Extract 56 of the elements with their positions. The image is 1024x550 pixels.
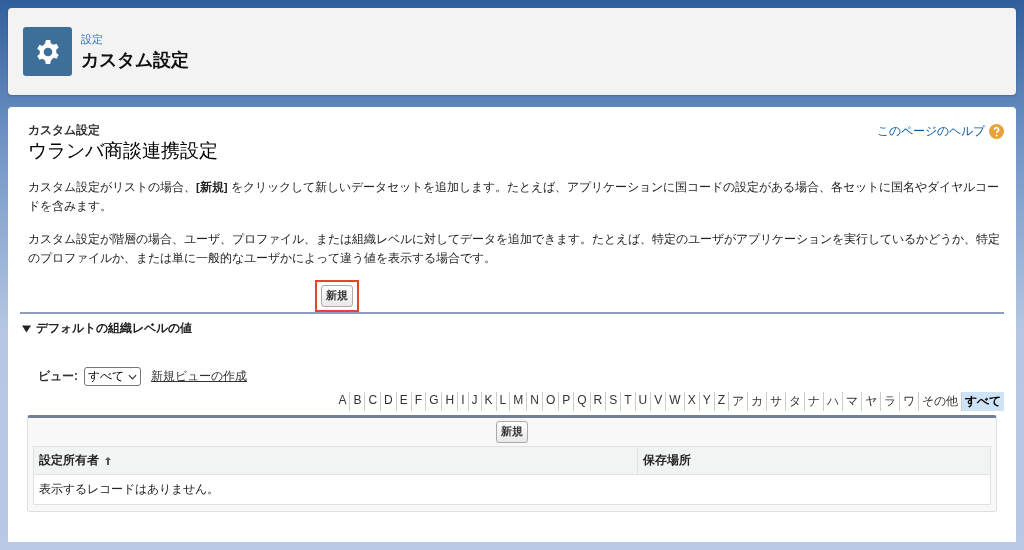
letter-filter[interactable]: L [495, 392, 510, 411]
description-text: カスタム設定が階層の場合、ユーザ、プロファイル、または組織レベルに対してデータを追加できます。たとえば、特定のユーザがアプリケーションを実行しているかどうか、特定のプロファイルか、または単に一般的なユーザかによって違う値を表示する場合です。 [27, 232, 1001, 267]
letter-filter[interactable]: ア [728, 392, 747, 411]
letter-filter[interactable]: P [558, 392, 574, 411]
letter-filter[interactable]: M [509, 392, 527, 411]
letter-filter[interactable]: E [395, 392, 411, 411]
letter-filter[interactable]: N [526, 392, 542, 411]
letter-filter[interactable]: F [410, 392, 426, 411]
letter-filter[interactable]: ワ [899, 392, 918, 411]
help-link[interactable]: このページのヘルプ [877, 123, 985, 140]
letter-filter[interactable]: タ [785, 392, 804, 411]
letter-filter[interactable]: B [349, 392, 365, 411]
letter-filter[interactable]: W [665, 392, 684, 411]
letter-filter[interactable]: X [683, 392, 699, 411]
letter-filter[interactable]: V [650, 392, 666, 411]
header-title: カスタム設定 [81, 48, 189, 72]
breadcrumb-link[interactable]: 設定 [81, 31, 103, 47]
view-select[interactable]: すべて [84, 367, 141, 386]
letter-filter[interactable]: D [380, 392, 396, 411]
letter-filter[interactable]: Z [713, 392, 728, 411]
letter-filter[interactable]: G [425, 392, 442, 411]
letter-filter[interactable]: ラ [880, 392, 899, 411]
letter-filter[interactable]: S [605, 392, 621, 411]
letter-filter[interactable]: ナ [804, 392, 823, 411]
letter-filter[interactable]: Y [698, 392, 714, 411]
letter-filter[interactable]: すべて [961, 392, 1004, 411]
column-header[interactable]: 設定所有者 [34, 447, 637, 474]
letter-filter[interactable]: R [589, 392, 606, 411]
letter-filter[interactable]: カ [747, 392, 766, 411]
empty-message: 表示するレコードはありません。 [34, 474, 990, 504]
letter-filter[interactable]: A [335, 392, 350, 411]
letter-filter[interactable]: ヤ [861, 392, 880, 411]
letter-filter[interactable]: I [457, 392, 468, 411]
letter-filter[interactable]: Q [573, 392, 590, 411]
description-text: カスタム設定がリストの場合、[新規] をクリックして新しいデータセットを追加します。たとえば、アプリケーションに国コードの設定がある場合、各セットに国名やダイヤルコードを含みます。 [27, 179, 1000, 214]
letter-filter[interactable]: T [620, 392, 635, 411]
letter-filter[interactable]: ハ [823, 392, 842, 411]
section-title: デフォルトの組織レベルの値 [36, 320, 192, 337]
chevron-down-icon [128, 373, 137, 380]
object-type-label: カスタム設定 [28, 123, 101, 138]
letter-filter[interactable]: O [541, 392, 559, 411]
letter-filter[interactable]: H [441, 392, 458, 411]
letter-filter[interactable]: マ [842, 392, 861, 411]
letter-filter[interactable]: K [480, 392, 496, 411]
gear-icon [23, 27, 72, 76]
view-label: ビュー: [38, 368, 78, 385]
page-title: ウランバ商談連携設定 [28, 139, 218, 163]
letter-filter[interactable]: C [364, 392, 381, 411]
column-header[interactable]: 保存場所 [637, 447, 990, 474]
create-view-link[interactable]: 新規ビューの作成 [151, 368, 247, 385]
new-button[interactable]: 新規 [321, 285, 353, 307]
new-button[interactable]: 新規 [496, 421, 528, 443]
collapse-triangle-icon[interactable] [22, 324, 31, 333]
letter-filter[interactable]: J [467, 392, 481, 411]
letter-filter[interactable]: サ [766, 392, 785, 411]
letter-filter[interactable]: U [634, 392, 651, 411]
